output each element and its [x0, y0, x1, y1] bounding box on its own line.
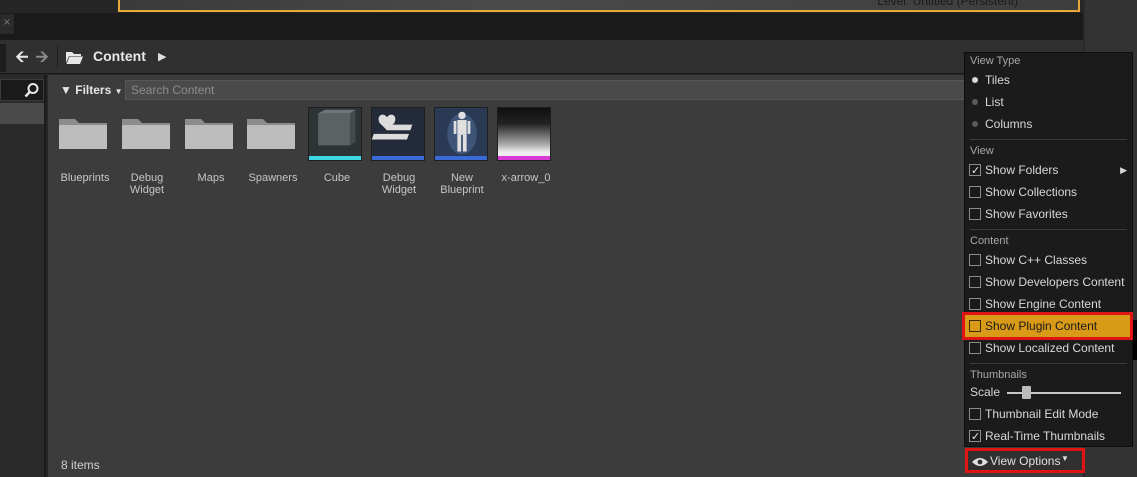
chevron-down-icon: ▼: [114, 87, 123, 96]
checkbox-icon[interactable]: [969, 408, 981, 420]
menu-item-show-plugin-content[interactable]: Show Plugin Content: [965, 315, 1132, 337]
asset-label: Debug Widget: [129, 172, 165, 196]
menu-item-tiles[interactable]: Tiles: [965, 69, 1132, 91]
checkbox-icon[interactable]: [969, 320, 981, 332]
menu-item-show-folders[interactable]: Show Folders ▶: [965, 159, 1132, 182]
asset-view: ▼ Filters ▼ Search Content Blueprints De…: [48, 75, 1083, 477]
divider: [57, 46, 58, 68]
checkbox-checked-icon[interactable]: [969, 160, 981, 182]
breadcrumb-arrow-icon[interactable]: ▶: [158, 50, 166, 63]
folder-icon: [59, 119, 107, 149]
folder-open-icon: [66, 52, 83, 64]
menu-item-realtime-thumbnails[interactable]: Real-Time Thumbnails: [965, 425, 1132, 448]
asset-label: New Blueprint: [440, 172, 484, 196]
widget-thumbnail: [371, 107, 425, 161]
search-input[interactable]: Search Content: [125, 80, 1070, 100]
navigation-bar: 🡨 🡪 Content ▶: [0, 40, 1083, 74]
menu-item-show-collections[interactable]: Show Collections: [965, 181, 1132, 203]
asset-label: Debug Widget: [381, 172, 417, 196]
asset-label: Cube: [323, 172, 351, 184]
folder-icon: [185, 119, 233, 149]
checkbox-icon[interactable]: [969, 276, 981, 288]
checkbox-checked-icon[interactable]: [969, 426, 981, 448]
menu-section-view-type: View Type: [970, 55, 1021, 67]
sources-selected-item[interactable]: [0, 103, 44, 124]
menu-item-show-favorites[interactable]: Show Favorites: [965, 203, 1132, 225]
filters-button[interactable]: ▼ Filters ▼: [56, 80, 127, 100]
checkbox-icon[interactable]: [969, 186, 981, 198]
breadcrumb-content[interactable]: Content: [93, 48, 146, 64]
blueprint-thumbnail: [434, 107, 488, 161]
radio-icon: [972, 99, 978, 105]
asset-label: Maps: [197, 172, 225, 184]
menu-item-show-engine-content[interactable]: Show Engine Content: [965, 293, 1132, 315]
viewport-level-label: Level: Untitled (Persistent): [877, 0, 1018, 8]
asset-type-bar: [435, 156, 487, 160]
content-browser: 🡨 🡪 Content ▶ ▼ Filters ▼ Search Content…: [0, 40, 1083, 477]
menu-separator: [970, 363, 1127, 364]
viewport-preview: Level: Untitled (Persistent): [118, 0, 1080, 12]
heart-icon: [372, 114, 413, 140]
menu-item-list[interactable]: List: [965, 91, 1132, 113]
menu-separator: [970, 229, 1127, 230]
cube-thumbnail: [308, 107, 362, 161]
sources-toggle[interactable]: [0, 44, 6, 72]
search-icon: [24, 83, 39, 98]
checkbox-icon[interactable]: [969, 208, 981, 220]
checkbox-icon[interactable]: [969, 298, 981, 310]
asset-type-bar: [498, 156, 550, 160]
menu-item-show-cpp-classes[interactable]: Show C++ Classes: [965, 249, 1132, 271]
folder-icon: [247, 119, 295, 149]
mannequin-icon: [447, 111, 477, 155]
filter-icon: ▼: [60, 83, 72, 97]
menu-item-show-developers-content[interactable]: Show Developers Content: [965, 271, 1132, 293]
menu-section-content: Content: [970, 235, 1009, 247]
texture-thumbnail: [497, 107, 551, 161]
checkbox-icon[interactable]: [969, 254, 981, 266]
filters-label: Filters: [75, 83, 112, 97]
content-browser-window: { "viewport": { "overlay_text": "Level: …: [0, 0, 1137, 477]
eye-icon: [972, 458, 988, 466]
view-options-button[interactable]: View Options ▼: [965, 448, 1085, 473]
chevron-right-icon: ▶: [1120, 165, 1127, 175]
scale-slider-handle[interactable]: [1022, 386, 1032, 399]
radio-selected-icon: [972, 77, 978, 83]
menu-section-view: View: [970, 145, 994, 157]
menu-item-show-localized-content[interactable]: Show Localized Content: [965, 337, 1132, 359]
checkbox-icon[interactable]: [969, 342, 981, 354]
radio-icon: [972, 121, 978, 127]
arrow-right-icon[interactable]: 🡪: [31, 46, 53, 68]
folder-icon: [122, 119, 170, 149]
menu-separator: [970, 139, 1127, 140]
chevron-down-icon: ▼: [1061, 454, 1069, 463]
menu-item-thumbnail-edit-mode[interactable]: Thumbnail Edit Mode: [965, 403, 1132, 425]
level-viewport: Level: Untitled (Persistent): [0, 0, 1137, 13]
close-tab-icon[interactable]: ×: [0, 14, 14, 34]
sources-search[interactable]: [0, 79, 44, 101]
sources-panel: [0, 75, 46, 477]
view-options-menu: View Type Tiles List Columns View Show F…: [964, 52, 1133, 448]
cube-icon: [318, 109, 356, 146]
asset-label: Blueprints: [60, 172, 110, 184]
arrow-left-icon[interactable]: 🡨: [11, 46, 33, 68]
asset-type-bar: [309, 156, 361, 160]
asset-type-bar: [372, 156, 424, 160]
asset-label: x-arrow_0: [501, 172, 551, 184]
window-edge: [1133, 320, 1137, 360]
menu-item-columns[interactable]: Columns: [965, 113, 1132, 135]
asset-label: Spawners: [248, 172, 298, 184]
view-options-label: View Options: [990, 454, 1061, 468]
menu-section-thumbnails: Thumbnails: [970, 369, 1027, 381]
item-count: 8 items: [61, 458, 100, 472]
menu-item-scale: Scale: [965, 381, 1132, 403]
tab-strip: [0, 13, 1137, 40]
